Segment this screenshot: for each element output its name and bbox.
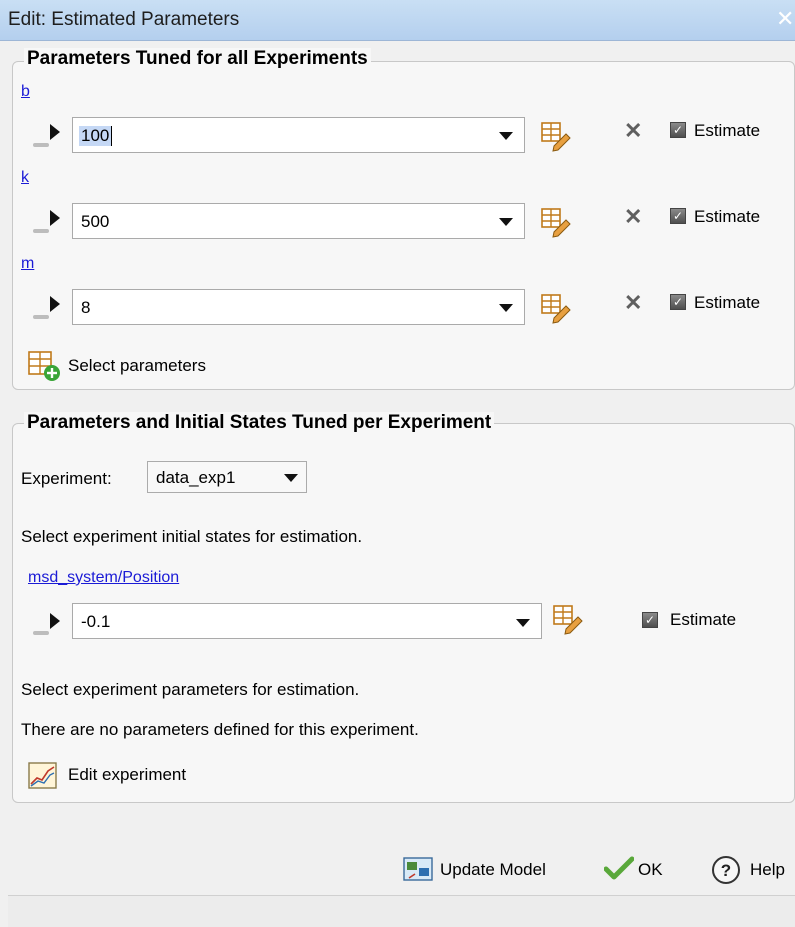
svg-text:?: ?	[721, 861, 731, 880]
chevron-down-icon[interactable]	[499, 218, 513, 226]
expand-icon[interactable]	[50, 613, 60, 629]
section-title-global: Parameters Tuned for all Experiments	[24, 48, 371, 70]
remove-icon[interactable]: ✕	[624, 118, 642, 144]
param-link-m[interactable]: m	[21, 255, 34, 273]
estimate-checkbox-m[interactable]: ✓	[670, 294, 686, 310]
question-mark-icon[interactable]: ?	[710, 854, 742, 891]
no-params-message: There are no parameters defined for this…	[21, 720, 419, 739]
params-prompt: Select experiment parameters for estimat…	[21, 680, 360, 699]
chevron-down-icon[interactable]	[499, 132, 513, 140]
window-title: Edit: Estimated Parameters	[8, 9, 240, 30]
experiment-label: Experiment:	[21, 469, 112, 488]
param-value-combo-m[interactable]: 8	[72, 289, 525, 325]
estimate-checkbox-k[interactable]: ✓	[670, 208, 686, 224]
status-bar	[8, 895, 795, 927]
expand-shadow	[33, 631, 49, 635]
estimate-checkbox-state[interactable]: ✓	[642, 612, 658, 628]
table-edit-icon[interactable]	[552, 603, 584, 640]
expand-shadow	[33, 315, 49, 319]
chevron-down-icon[interactable]	[516, 619, 530, 627]
estimate-label-b: Estimate	[694, 121, 761, 140]
estimate-label-k: Estimate	[694, 207, 761, 226]
ok-button[interactable]: OK	[638, 860, 663, 880]
param-value-combo-b[interactable]: 100	[72, 117, 525, 153]
update-model-button[interactable]: Update Model	[440, 860, 546, 880]
table-edit-icon[interactable]	[540, 206, 572, 243]
expand-icon[interactable]	[50, 210, 60, 226]
param-link-k[interactable]: k	[21, 169, 29, 187]
chevron-down-icon[interactable]	[284, 474, 298, 482]
experiment-select-value: data_exp1	[156, 468, 236, 487]
param-value-k[interactable]: 500	[81, 212, 109, 232]
state-value-combo[interactable]: -0.1	[72, 603, 542, 639]
expand-shadow	[33, 143, 49, 147]
estimate-label-state: Estimate	[670, 610, 737, 629]
param-value-b[interactable]: 100	[79, 126, 113, 146]
close-icon[interactable]: ✕	[776, 6, 794, 32]
help-button[interactable]: Help	[750, 860, 785, 880]
select-parameters-button[interactable]: Select parameters	[68, 356, 206, 376]
checkmark-icon[interactable]	[603, 856, 635, 885]
section-title-per-experiment: Parameters and Initial States Tuned per …	[24, 412, 495, 434]
experiment-select[interactable]: data_exp1	[147, 461, 307, 493]
expand-shadow	[33, 229, 49, 233]
experiment-chart-icon[interactable]	[28, 762, 58, 795]
estimate-label-m: Estimate	[694, 293, 761, 312]
table-edit-icon[interactable]	[540, 292, 572, 329]
table-add-icon[interactable]	[28, 350, 62, 387]
states-prompt: Select experiment initial states for est…	[21, 527, 363, 546]
table-edit-icon[interactable]	[540, 120, 572, 157]
param-link-b[interactable]: b	[21, 83, 30, 101]
expand-icon[interactable]	[50, 296, 60, 312]
remove-icon[interactable]: ✕	[624, 204, 642, 230]
state-value[interactable]: -0.1	[81, 612, 110, 632]
edit-experiment-button[interactable]: Edit experiment	[68, 765, 186, 785]
param-value-m[interactable]: 8	[81, 298, 90, 318]
state-link-position[interactable]: msd_system/Position	[28, 569, 179, 587]
chevron-down-icon[interactable]	[499, 304, 513, 312]
remove-icon[interactable]: ✕	[624, 290, 642, 316]
expand-icon[interactable]	[50, 124, 60, 140]
title-bar: Edit: Estimated Parameters ✕	[0, 0, 795, 41]
param-value-combo-k[interactable]: 500	[72, 203, 525, 239]
estimate-checkbox-b[interactable]: ✓	[670, 122, 686, 138]
update-model-icon[interactable]	[403, 854, 435, 889]
